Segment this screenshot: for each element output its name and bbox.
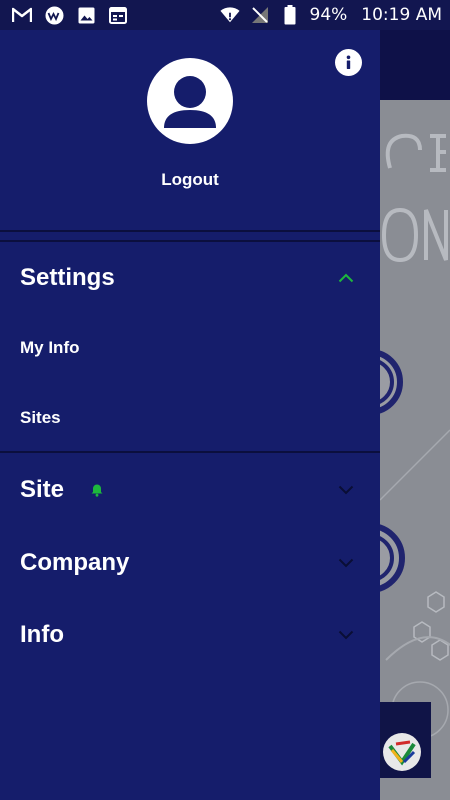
info-icon	[346, 55, 351, 69]
submenu-item-sites[interactable]: Sites	[0, 398, 380, 438]
chevron-down-icon[interactable]	[337, 484, 355, 496]
no-signal-icon	[250, 6, 270, 24]
divider	[0, 230, 380, 232]
divider	[0, 451, 380, 453]
status-bar: 94% 10:19 AM	[0, 0, 450, 30]
menu-section-label: Settings	[20, 264, 115, 291]
menu-section-label: Site	[20, 476, 65, 503]
gmail-icon	[12, 6, 32, 24]
chevron-up-icon[interactable]	[337, 272, 355, 284]
status-notification-icons	[12, 6, 128, 24]
battery-percentage: 94%	[309, 5, 348, 25]
wifi-icon	[219, 6, 240, 24]
menu-section-label: Info	[20, 621, 64, 648]
avatar[interactable]	[147, 58, 233, 144]
app-logo-icon	[44, 6, 64, 24]
submenu-item-my-info[interactable]: My Info	[0, 328, 380, 368]
menu-section-company[interactable]: Company	[0, 539, 380, 587]
background-card	[380, 702, 431, 778]
clock: 10:19 AM	[361, 5, 442, 25]
status-system-info: 94% 10:19 AM	[219, 5, 442, 25]
user-profile-icon	[164, 76, 216, 128]
bell-icon	[90, 483, 104, 497]
menu-section-info[interactable]: Info	[0, 611, 380, 659]
menu-section-settings[interactable]: Settings	[0, 254, 380, 302]
calendar-icon	[108, 6, 128, 24]
navigation-drawer: Logout Settings My Info Sites Site Compa…	[0, 30, 380, 800]
background-artwork	[380, 133, 450, 739]
info-button[interactable]	[335, 49, 362, 76]
logout-button[interactable]: Logout	[0, 170, 380, 190]
battery-icon	[280, 5, 300, 25]
divider	[0, 240, 380, 242]
sa-flag-badge-icon	[383, 733, 421, 771]
submenu-item-label: Sites	[20, 408, 61, 427]
image-icon	[76, 6, 96, 24]
chevron-down-icon[interactable]	[337, 557, 355, 569]
menu-section-label: Company	[20, 549, 130, 576]
menu-section-site[interactable]: Site	[0, 466, 380, 514]
app-header	[380, 30, 450, 100]
submenu-item-label: My Info	[20, 338, 80, 357]
chevron-down-icon[interactable]	[337, 629, 355, 641]
background-app	[380, 30, 450, 800]
